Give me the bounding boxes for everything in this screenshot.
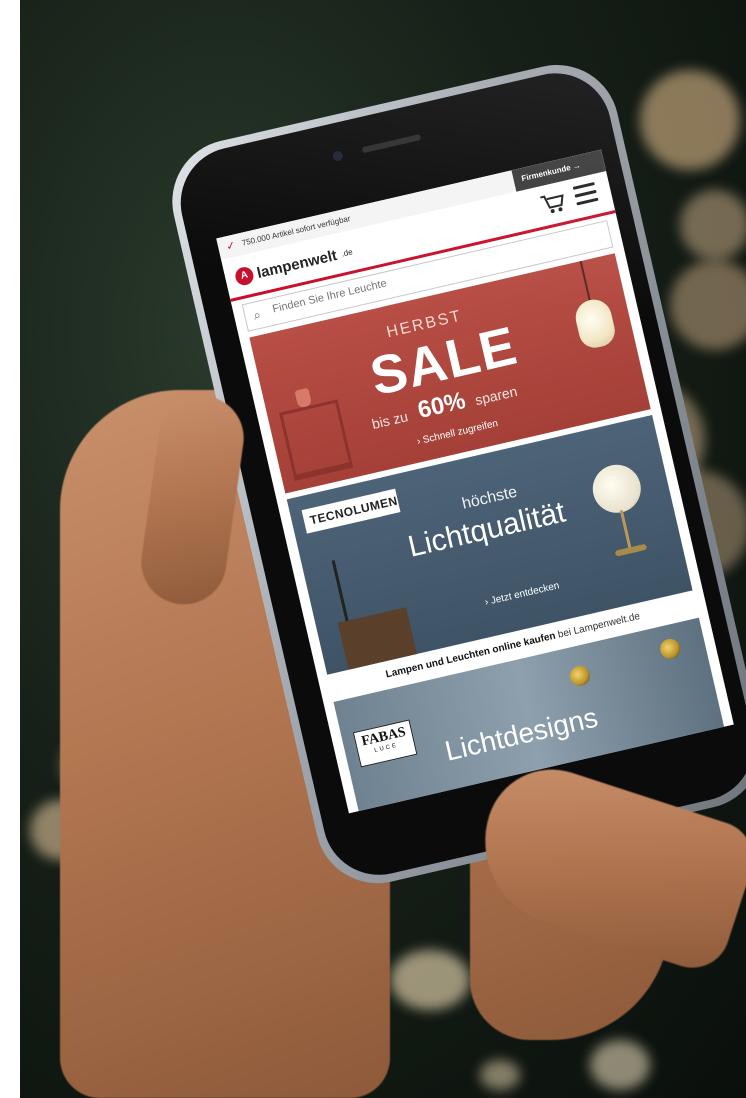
logo-tld: .de [340,246,354,259]
logo-icon: A [233,265,256,287]
photo-border [0,0,20,1098]
bokeh-light [480,1060,520,1090]
pendant-lamp-image [572,296,618,351]
bokeh-light [640,70,740,170]
tecnolumen-logo: TECNOLUMEN [301,488,401,534]
sale-suffix: sparen [473,382,519,409]
pendant-cord [579,260,591,301]
menu-icon[interactable] [572,182,599,206]
wall-spot-image [567,663,592,688]
earpiece-speaker [361,133,422,154]
search-icon: ⌕ [251,306,263,323]
bokeh-light [390,950,470,1010]
bokeh-light [680,190,746,260]
cart-icon[interactable] [538,189,568,216]
check-icon: ✓ [225,239,237,254]
shelf-illustration [279,399,354,482]
fabas-title: Lichtdesigns [442,701,601,767]
globe-lamp-stem [619,510,632,550]
wall-spot-image [658,636,683,661]
globe-lamp-image [588,460,646,518]
tecnolumen-cta-link[interactable]: › Jetzt entdecken [484,580,561,608]
front-camera [331,150,344,163]
sale-prefix: bis zu [370,408,410,433]
fabas-logo: FABAS LUCE [352,719,418,768]
bokeh-light [590,1040,650,1090]
